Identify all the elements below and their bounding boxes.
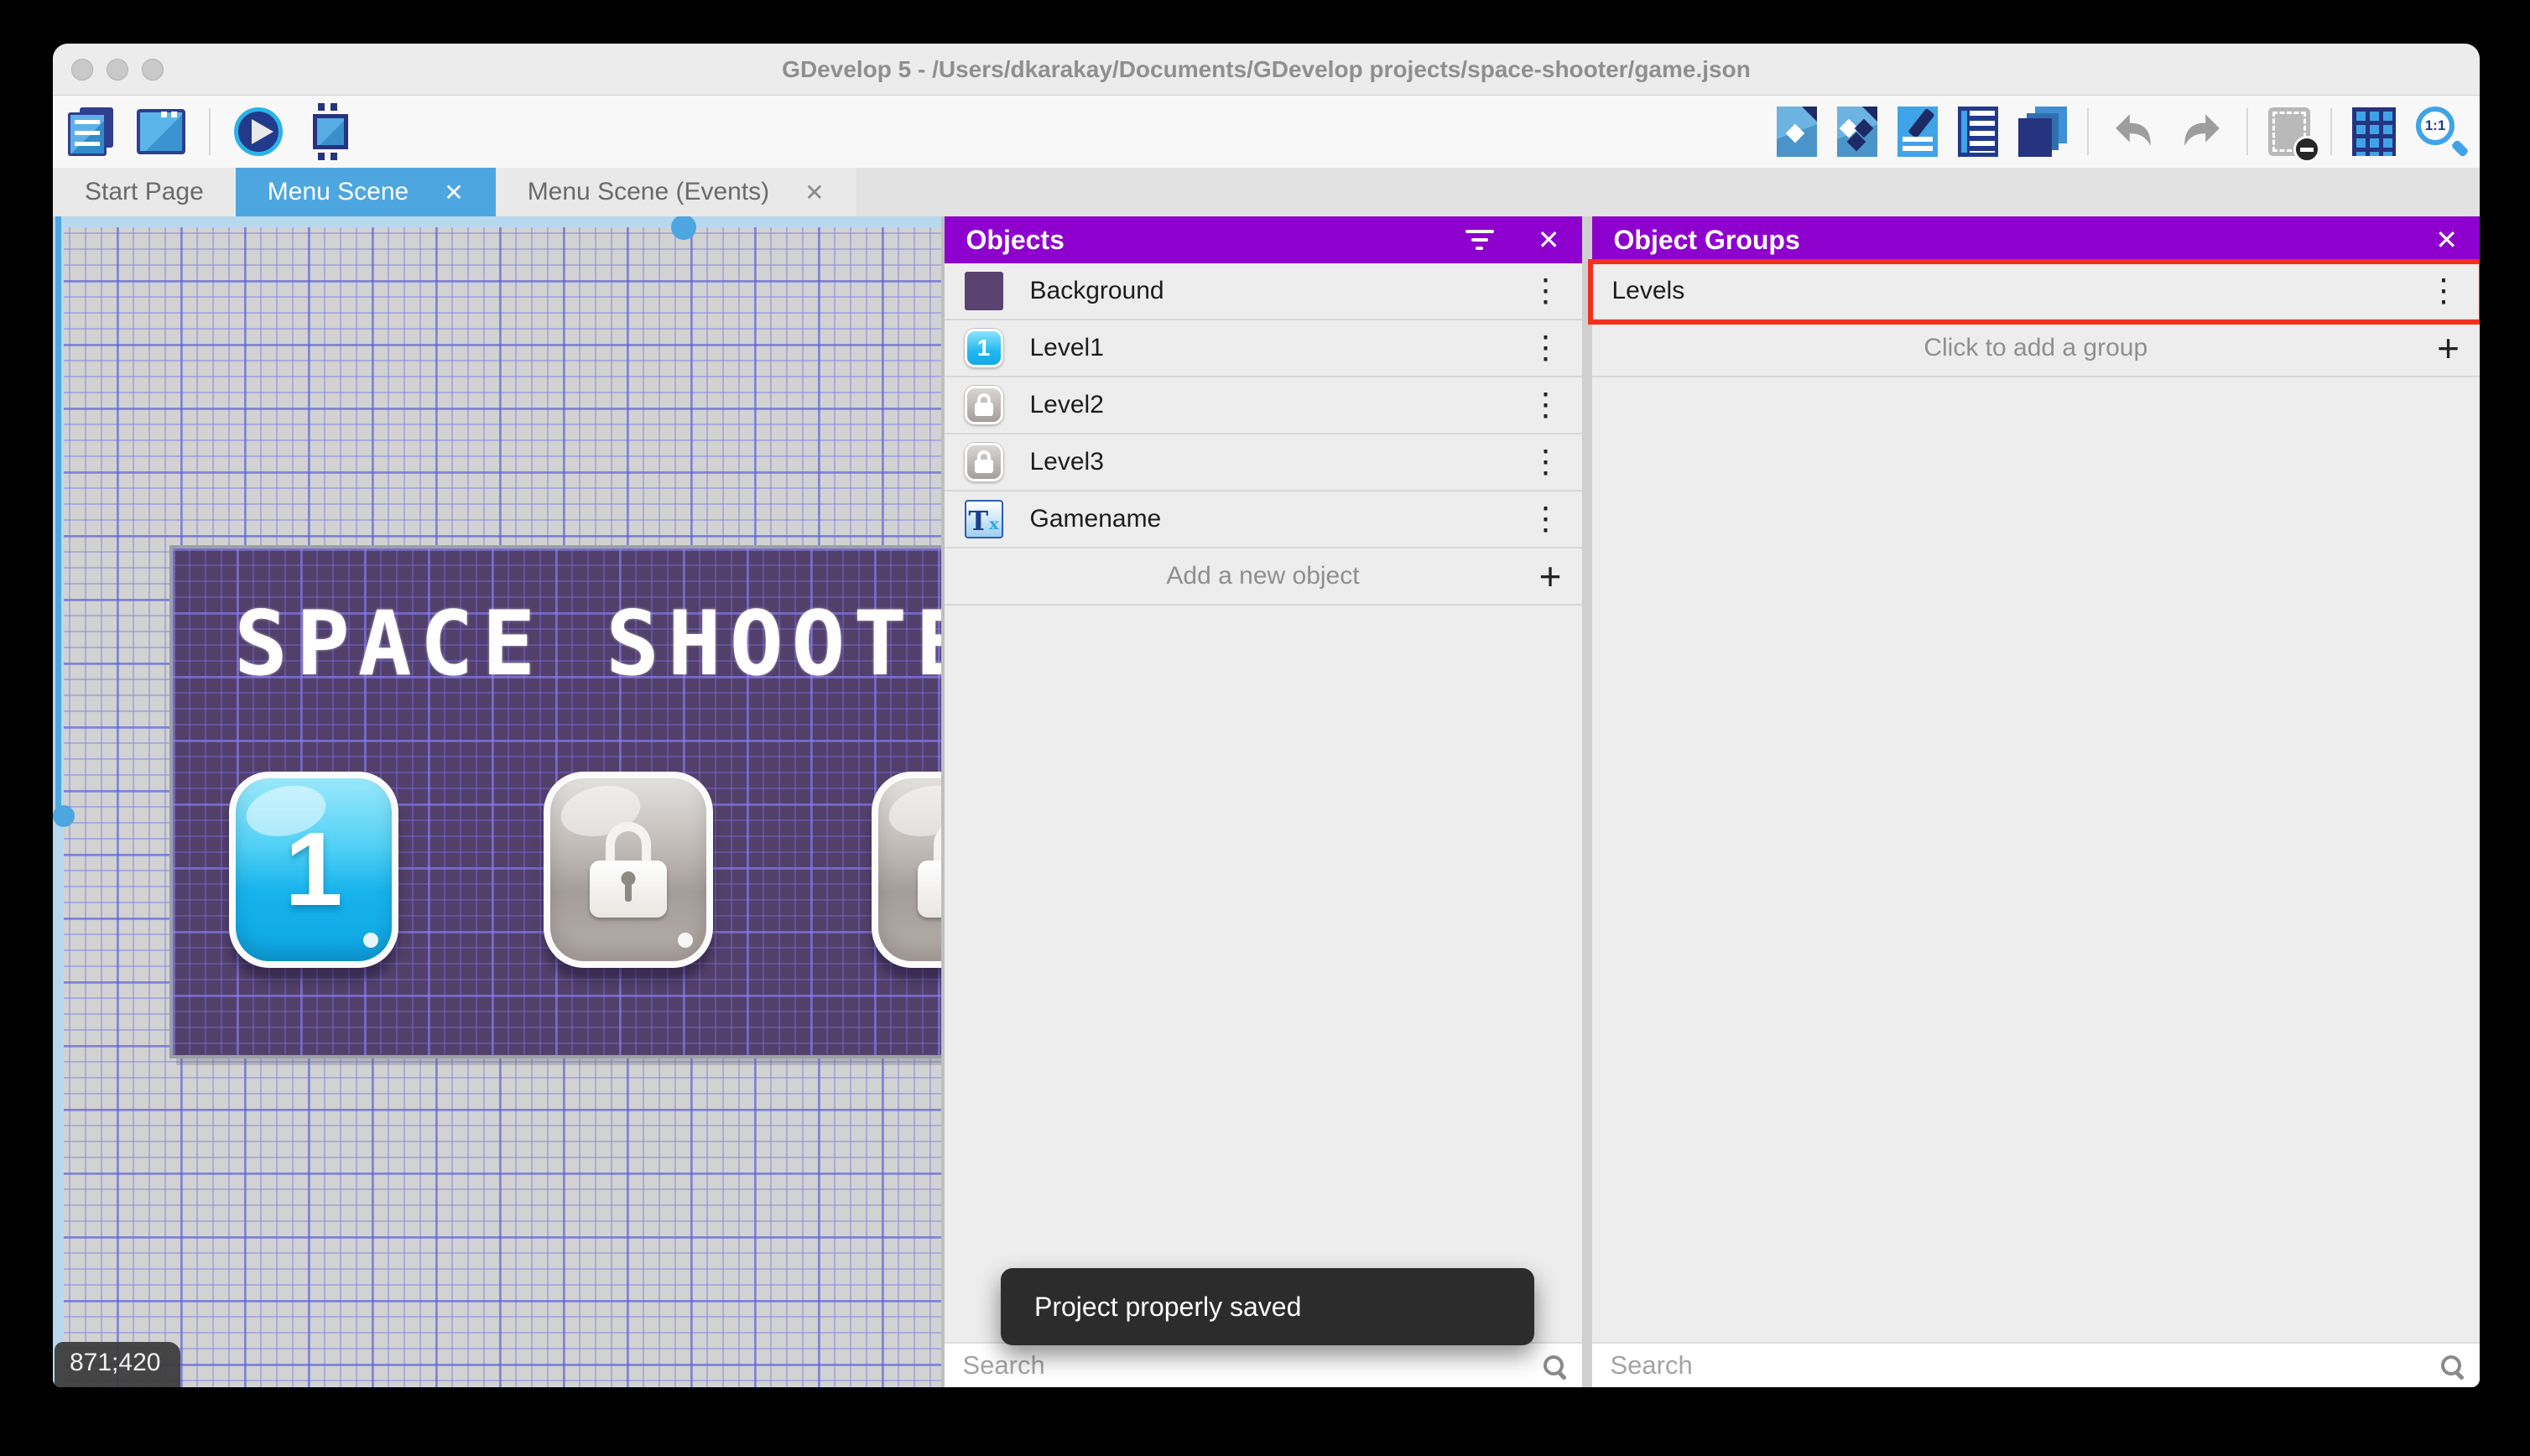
lock-icon bbox=[918, 822, 941, 918]
row-menu-icon[interactable]: ⋮ bbox=[1530, 503, 1562, 535]
search-icon bbox=[1543, 1355, 1564, 1375]
objects-panel-title: Objects bbox=[966, 224, 1065, 255]
tab-menu-scene[interactable]: Menu Scene ✕ bbox=[235, 168, 496, 216]
search-icon bbox=[2441, 1355, 2461, 1375]
level-2-locked-button-instance[interactable] bbox=[544, 772, 713, 968]
object-row-level2[interactable]: Level2 ⋮ bbox=[944, 377, 1582, 434]
objects-panel-header: Objects ✕ bbox=[944, 216, 1582, 263]
window-title: GDevelop 5 - /Users/dkarakay/Documents/G… bbox=[782, 56, 1751, 82]
object-groups-panel-empty-area bbox=[1592, 377, 2481, 1342]
close-tab-icon[interactable]: ✕ bbox=[804, 179, 824, 206]
row-menu-icon[interactable]: ⋮ bbox=[1530, 332, 1562, 364]
redo-icon[interactable] bbox=[2178, 109, 2226, 155]
toolbar-separator bbox=[2330, 108, 2332, 155]
objects-panel-empty-area bbox=[945, 606, 1582, 1342]
toolbar-right: 1:1 bbox=[1777, 107, 2470, 163]
row-menu-icon[interactable]: ⋮ bbox=[1530, 446, 1562, 478]
level-button-icon: 1 bbox=[964, 329, 1003, 367]
object-groups-panel-header: Object Groups ✕ bbox=[1591, 216, 2480, 263]
game-scene-background[interactable]: SPACE SHOOTER 1 bbox=[169, 545, 941, 1058]
window-mask-icon[interactable] bbox=[2268, 107, 2320, 163]
plus-icon: + bbox=[2437, 326, 2460, 370]
vertical-scrollbar[interactable] bbox=[53, 216, 75, 1387]
panel-gap bbox=[1581, 216, 1592, 1387]
tab-start-page[interactable]: Start Page bbox=[53, 168, 236, 216]
group-row-levels[interactable]: Levels ⋮ bbox=[1587, 259, 2480, 325]
row-menu-icon[interactable]: ⋮ bbox=[1530, 275, 1562, 307]
layers-icon[interactable] bbox=[2018, 107, 2067, 157]
debug-icon[interactable] bbox=[313, 103, 348, 160]
content: SPACE SHOOTER 1 871;420 Objects ✕ bbox=[53, 216, 2480, 1387]
text-object-icon: Tx bbox=[964, 500, 1003, 538]
vertical-scrollbar-handle[interactable] bbox=[53, 805, 75, 827]
project-manager-icon[interactable] bbox=[68, 107, 113, 156]
instances-list-icon[interactable] bbox=[1958, 107, 1998, 157]
objects-editor-icon[interactable] bbox=[1777, 107, 1817, 157]
save-toast: Project properly saved bbox=[1001, 1268, 1534, 1345]
properties-icon[interactable] bbox=[1898, 107, 1938, 157]
background-swatch-icon bbox=[964, 272, 1003, 310]
objects-search-input[interactable] bbox=[962, 1350, 1532, 1381]
scene-title-text[interactable]: SPACE SHOOTER bbox=[173, 592, 940, 695]
scene-window-icon[interactable] bbox=[137, 109, 185, 154]
close-tab-icon[interactable]: ✕ bbox=[444, 179, 463, 206]
object-row-background[interactable]: Background ⋮ bbox=[944, 263, 1582, 320]
level-1-button-instance[interactable]: 1 bbox=[229, 772, 398, 968]
object-groups-panel: Object Groups ✕ Levels ⋮ Click to add a … bbox=[1587, 216, 2481, 1387]
zoom-1-1-icon[interactable]: 1:1 bbox=[2416, 107, 2470, 158]
object-groups-icon[interactable] bbox=[1837, 107, 1877, 157]
plus-icon: + bbox=[1538, 554, 1562, 598]
filter-icon[interactable] bbox=[1465, 230, 1494, 250]
toolbar-separator bbox=[209, 108, 211, 155]
object-row-level3[interactable]: Level3 ⋮ bbox=[944, 434, 1582, 491]
object-row-gamename[interactable]: Tx Gamename ⋮ bbox=[944, 491, 1582, 549]
toolbar-separator bbox=[2246, 108, 2248, 155]
toolbar-left bbox=[68, 103, 355, 160]
zoom-ratio-label: 1:1 bbox=[2424, 117, 2446, 133]
toolbar-separator bbox=[2087, 108, 2089, 155]
tab-menu-scene-events[interactable]: Menu Scene (Events) ✕ bbox=[495, 168, 856, 216]
row-menu-icon[interactable]: ⋮ bbox=[1530, 389, 1562, 421]
horizontal-scrollbar[interactable] bbox=[53, 216, 941, 240]
row-menu-icon[interactable]: ⋮ bbox=[2428, 275, 2460, 307]
toast-message: Project properly saved bbox=[1034, 1291, 1302, 1322]
add-group-row[interactable]: Click to add a group + bbox=[1591, 320, 2480, 377]
close-panel-icon[interactable]: ✕ bbox=[1538, 226, 1560, 253]
object-groups-search-input[interactable] bbox=[1610, 1350, 2429, 1381]
lock-button-icon bbox=[964, 386, 1003, 424]
tab-bar: Start Page Menu Scene ✕ Menu Scene (Even… bbox=[53, 168, 2480, 216]
toolbar: 1:1 bbox=[53, 96, 2480, 168]
horizontal-scrollbar-handle[interactable] bbox=[671, 216, 696, 240]
object-groups-search-bar bbox=[1591, 1342, 2480, 1387]
objects-panel: Objects ✕ Background ⋮ 1 Level1 ⋮ Level2 bbox=[944, 216, 1582, 1387]
level-3-locked-button-instance[interactable] bbox=[872, 772, 941, 968]
object-groups-panel-title: Object Groups bbox=[1613, 224, 1800, 255]
add-new-object-row[interactable]: Add a new object + bbox=[944, 549, 1582, 606]
grid-icon[interactable] bbox=[2352, 107, 2396, 156]
objects-search-bar bbox=[944, 1342, 1582, 1387]
play-icon[interactable] bbox=[234, 107, 283, 156]
object-row-level1[interactable]: 1 Level1 ⋮ bbox=[944, 320, 1582, 377]
close-panel-icon[interactable]: ✕ bbox=[2435, 226, 2458, 253]
gdevelop-window: GDevelop 5 - /Users/dkarakay/Documents/G… bbox=[53, 44, 2480, 1387]
undo-icon[interactable] bbox=[2109, 109, 2158, 155]
cursor-coordinates-badge: 871;420 bbox=[55, 1342, 181, 1387]
lock-button-icon bbox=[964, 443, 1003, 481]
titlebar: GDevelop 5 - /Users/dkarakay/Documents/G… bbox=[53, 44, 2480, 96]
lock-icon bbox=[590, 822, 667, 918]
scene-canvas[interactable]: SPACE SHOOTER 1 871;420 bbox=[53, 216, 941, 1387]
